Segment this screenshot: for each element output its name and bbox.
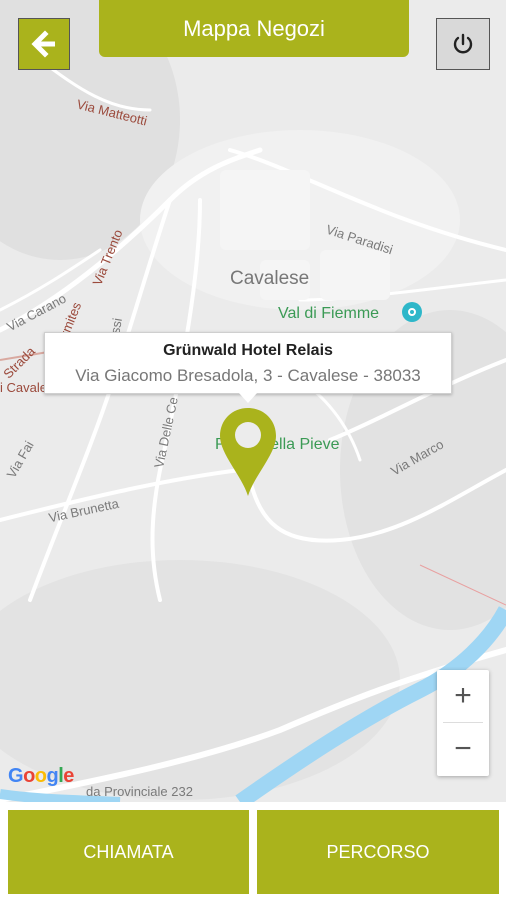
- location-pin-icon[interactable]: [218, 406, 278, 503]
- google-logo: Google: [8, 765, 74, 788]
- poi-tourism-icon[interactable]: [402, 302, 422, 322]
- zoom-in-button[interactable]: +: [437, 670, 489, 722]
- arrow-left-icon: [31, 30, 55, 58]
- route-button[interactable]: PERCORSO: [257, 810, 499, 894]
- info-window-tail: [239, 393, 257, 403]
- zoom-controls: + −: [437, 670, 489, 776]
- town-label: Cavalese: [230, 268, 310, 289]
- street-label-provinciale: da Provinciale 232: [86, 784, 193, 799]
- google-logo-letter: g: [46, 765, 59, 787]
- info-window-address: Via Giacomo Bresadola, 3 - Cavalese - 38…: [75, 366, 421, 385]
- page-title: Mappa Negozi: [183, 15, 325, 41]
- back-button[interactable]: [18, 18, 70, 70]
- poi-label-val-di-fiemme[interactable]: Val di Fiemme: [278, 305, 379, 323]
- power-icon: [453, 33, 473, 54]
- google-logo-letter: e: [63, 765, 74, 787]
- route-button-label: PERCORSO: [326, 841, 430, 862]
- map-view[interactable]: Via Matteotti Via Paradisi Via Carano Vi…: [0, 0, 506, 802]
- zoom-out-button[interactable]: −: [437, 723, 489, 775]
- app-root: Via Matteotti Via Paradisi Via Carano Vi…: [0, 0, 506, 900]
- power-button[interactable]: [436, 18, 490, 70]
- call-button-label: CHIAMATA: [83, 841, 174, 862]
- google-logo-letter: G: [8, 765, 24, 787]
- title-bar: Mappa Negozi: [99, 0, 409, 57]
- google-logo-letter: o: [34, 765, 47, 787]
- call-button[interactable]: CHIAMATA: [8, 810, 249, 894]
- google-logo-letter: o: [23, 765, 35, 787]
- info-window-name: Grünwald Hotel Relais: [163, 342, 333, 359]
- info-window[interactable]: Grünwald Hotel Relais Via Giacomo Bresad…: [44, 332, 452, 394]
